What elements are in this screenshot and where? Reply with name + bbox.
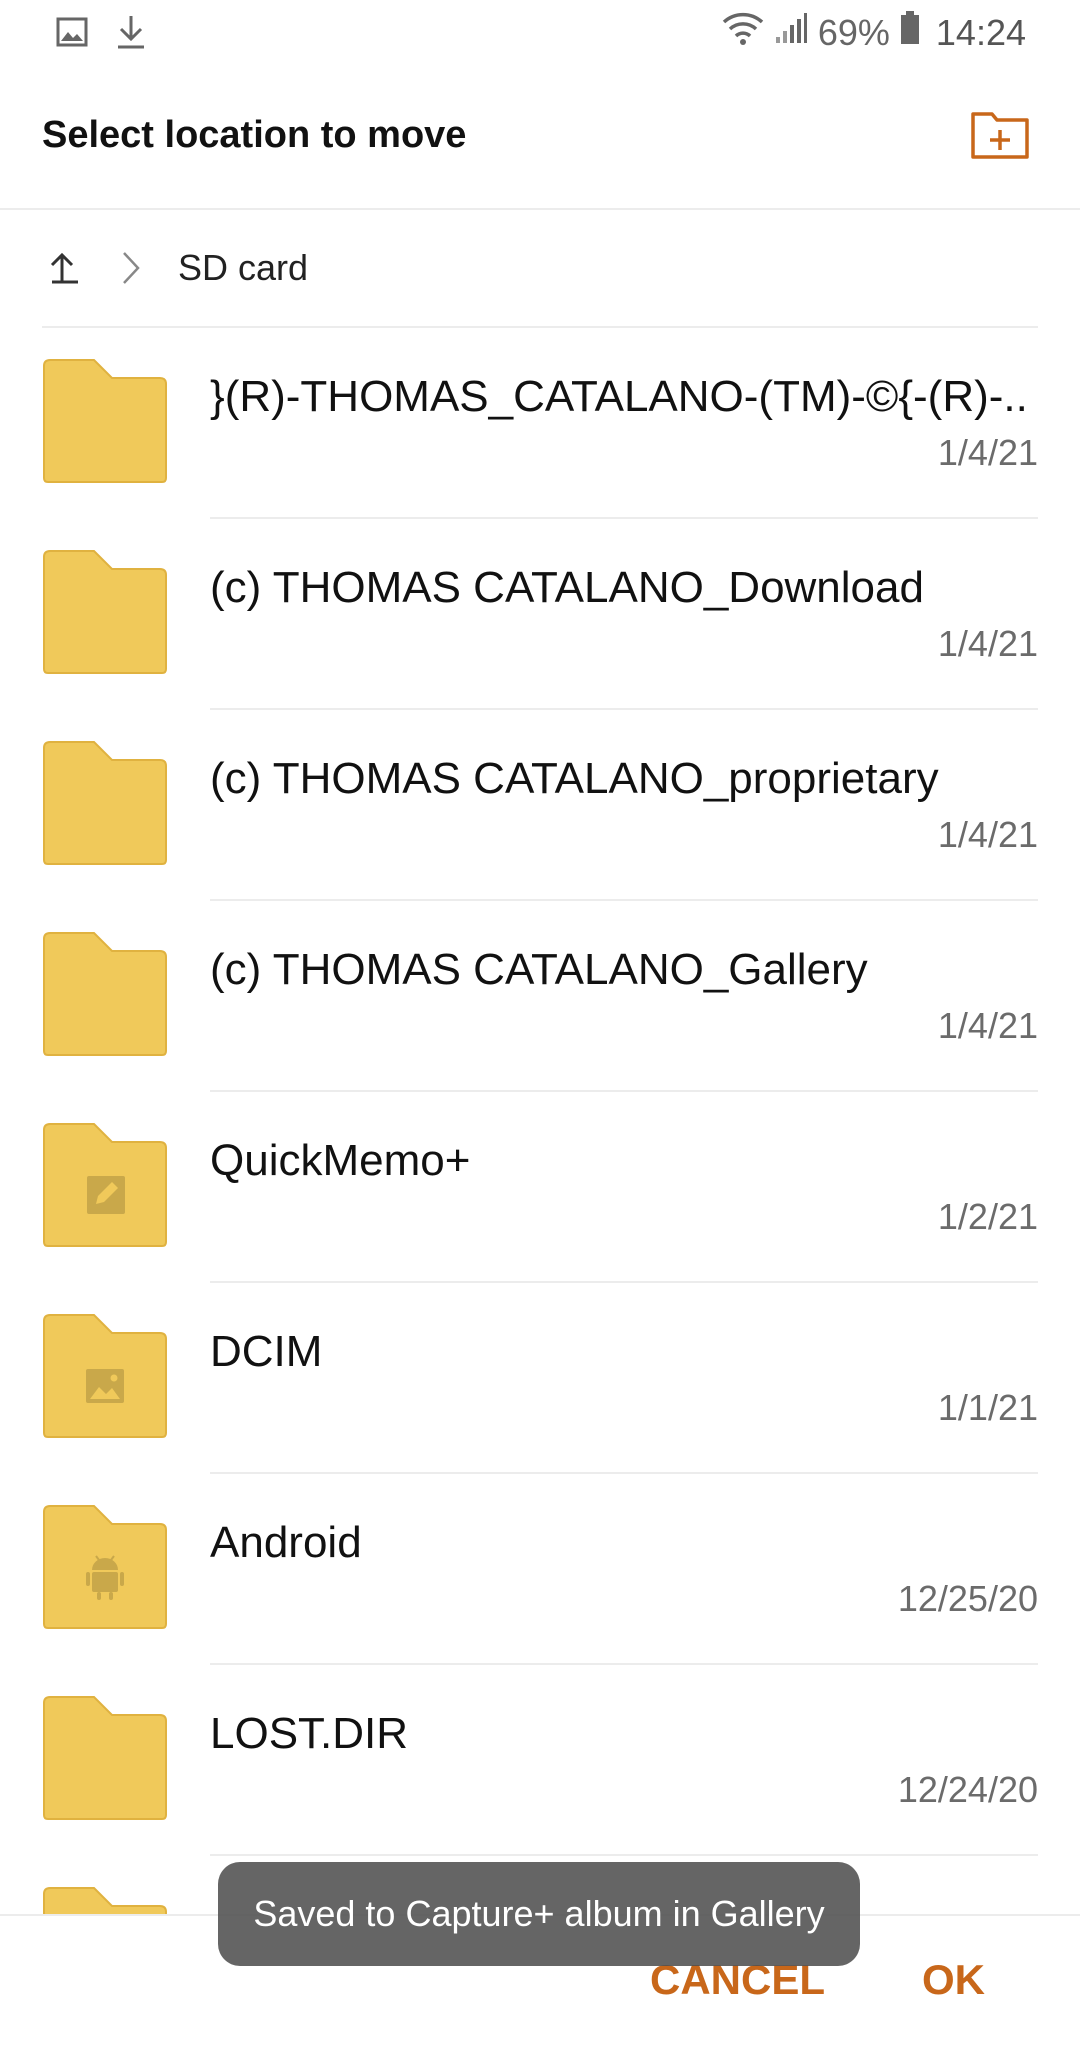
folder-name: (c) THOMAS CATALANO_Download: [210, 563, 924, 612]
signal-icon: [774, 11, 808, 54]
folder-name: (c) THOMAS CATALANO_proprietary: [210, 754, 939, 803]
folder-icon: [42, 1695, 168, 1821]
list-item[interactable]: Android 12/25/20: [0, 1474, 1080, 1665]
image-icon: [56, 16, 88, 53]
folder-date: 1/2/21: [937, 1196, 1038, 1237]
list-item[interactable]: LOST.DIR 12/24/20: [0, 1665, 1080, 1856]
up-arrow-icon[interactable]: [46, 248, 86, 288]
folder-icon: [42, 931, 168, 1057]
breadcrumb: SD card: [42, 210, 1038, 328]
folder-date: 12/25/20: [897, 1578, 1038, 1619]
header: Select location to move: [0, 66, 1080, 210]
folder-name: }(R)-THOMAS_CATALANO-(TM)-©{-(R)-..: [210, 372, 1028, 421]
folder-icon: [42, 549, 168, 675]
folder-icon: [42, 358, 168, 484]
folder-date: 12/24/20: [897, 1769, 1038, 1810]
folder-date: 1/4/21: [937, 432, 1038, 473]
list-item[interactable]: DCIM 1/1/21: [0, 1283, 1080, 1474]
wifi-icon: [722, 10, 764, 55]
folder-name: QuickMemo+: [210, 1136, 471, 1185]
download-icon: [116, 14, 146, 55]
folder-name: (c) THOMAS CATALANO_Gallery: [210, 945, 868, 994]
list-item[interactable]: (c) THOMAS CATALANO_Gallery 1/4/21: [0, 901, 1080, 1092]
page-title: Select location to move: [42, 114, 467, 156]
clock: 14:24: [935, 11, 1026, 53]
image-folder-icon: [42, 1313, 168, 1439]
breadcrumb-location[interactable]: SD card: [178, 247, 308, 289]
list-item[interactable]: (c) THOMAS CATALANO_Download 1/4/21: [0, 519, 1080, 710]
status-bar-left: [56, 14, 146, 55]
new-folder-icon[interactable]: [970, 108, 1030, 160]
folder-icon: [42, 740, 168, 866]
ok-button[interactable]: OK: [922, 1956, 985, 2004]
memo-folder-icon: [42, 1122, 168, 1248]
toast-message: Saved to Capture+ album in Gallery: [218, 1862, 860, 1966]
folder-name: Android: [210, 1518, 362, 1567]
list-item[interactable]: QuickMemo+ 1/2/21: [0, 1092, 1080, 1283]
folder-date: 1/1/21: [937, 1387, 1038, 1428]
status-bar-right: 69% 14:24: [722, 10, 1026, 55]
status-bar: 69% 14:24: [0, 0, 1080, 66]
toast-text: Saved to Capture+ album in Gallery: [253, 1893, 825, 1934]
folder-date: 1/4/21: [937, 814, 1038, 855]
chevron-right-icon: [118, 248, 144, 288]
folder-date: 1/4/21: [937, 1005, 1038, 1046]
battery-icon: [900, 11, 920, 54]
folder-list: }(R)-THOMAS_CATALANO-(TM)-©{-(R)-.. 1/4/…: [0, 328, 1080, 2047]
list-item[interactable]: }(R)-THOMAS_CATALANO-(TM)-©{-(R)-.. 1/4/…: [0, 328, 1080, 519]
folder-name: LOST.DIR: [210, 1709, 409, 1758]
android-folder-icon: [42, 1504, 168, 1630]
folder-name: DCIM: [210, 1327, 323, 1376]
battery-percent: 69%: [817, 11, 890, 53]
folder-date: 1/4/21: [937, 623, 1038, 664]
list-item[interactable]: (c) THOMAS CATALANO_proprietary 1/4/21: [0, 710, 1080, 901]
